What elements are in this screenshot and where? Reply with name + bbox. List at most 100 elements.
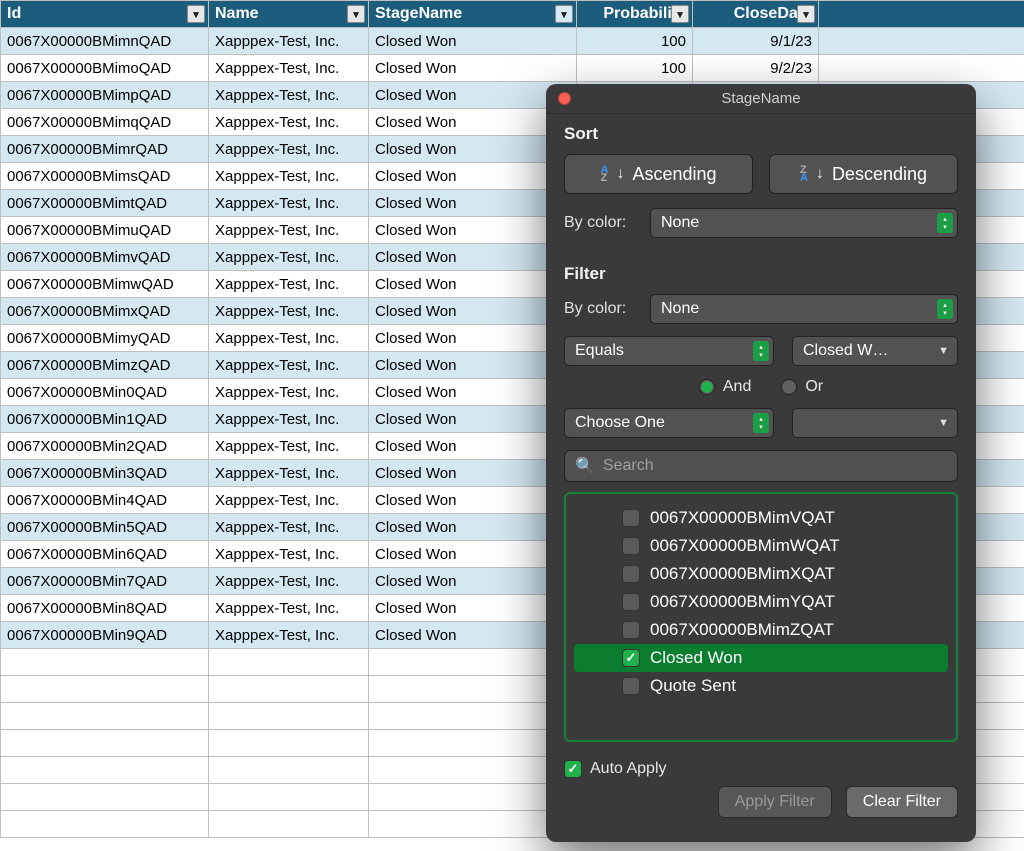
checkbox-icon[interactable] — [622, 621, 640, 639]
by-color-label: By color: — [564, 214, 636, 232]
cell-id[interactable]: 0067X00000BMin9QAD — [1, 622, 209, 649]
cell-name[interactable]: Xapppex-Test, Inc. — [209, 190, 369, 217]
cell-id[interactable]: 0067X00000BMimuQAD — [1, 217, 209, 244]
cell-name[interactable]: Xapppex-Test, Inc. — [209, 541, 369, 568]
checkbox-icon[interactable] — [622, 565, 640, 583]
filter-dropdown-icon[interactable]: ▾ — [187, 5, 205, 23]
filter-value-item[interactable]: 0067X00000BMimVQAT — [574, 504, 948, 532]
filter-value-item[interactable]: 0067X00000BMimWQAT — [574, 532, 948, 560]
column-header-probability[interactable]: Probability▾ — [577, 1, 693, 28]
filter-value-item[interactable]: Closed Won — [574, 644, 948, 672]
cell-id[interactable]: 0067X00000BMimoQAD — [1, 55, 209, 82]
cell-id[interactable]: 0067X00000BMimxQAD — [1, 298, 209, 325]
select-value: Choose One — [575, 414, 665, 432]
filter-value2-dropdown[interactable]: ▼ — [792, 408, 958, 438]
filter-dropdown-icon[interactable]: ▾ — [797, 5, 815, 23]
cell-name[interactable]: Xapppex-Test, Inc. — [209, 379, 369, 406]
column-header-name[interactable]: Name▾ — [209, 1, 369, 28]
cell-id[interactable]: 0067X00000BMimwQAD — [1, 271, 209, 298]
cell-id[interactable]: 0067X00000BMin7QAD — [1, 568, 209, 595]
column-header-id[interactable]: Id▾ — [1, 1, 209, 28]
cell-name[interactable]: Xapppex-Test, Inc. — [209, 217, 369, 244]
cell-blank[interactable] — [819, 28, 1024, 55]
cell-name[interactable]: Xapppex-Test, Inc. — [209, 136, 369, 163]
filter-by-color-select[interactable]: None ▴▾ — [650, 294, 958, 324]
sort-by-color-select[interactable]: None ▴▾ — [650, 208, 958, 238]
checkbox-icon[interactable] — [622, 677, 640, 695]
cell-name[interactable]: Xapppex-Test, Inc. — [209, 622, 369, 649]
cell-name[interactable]: Xapppex-Test, Inc. — [209, 514, 369, 541]
cell-name[interactable]: Xapppex-Test, Inc. — [209, 109, 369, 136]
cell-closedate[interactable]: 9/1/23 — [693, 28, 819, 55]
cell-id[interactable]: 0067X00000BMin2QAD — [1, 433, 209, 460]
filter-value-item[interactable]: 0067X00000BMimZQAT — [574, 616, 948, 644]
and-radio[interactable]: And — [699, 378, 751, 396]
filter-dropdown-icon[interactable]: ▾ — [347, 5, 365, 23]
sort-descending-button[interactable]: ZA ↓ Descending — [769, 154, 958, 194]
cell-name[interactable]: Xapppex-Test, Inc. — [209, 568, 369, 595]
cell-name[interactable]: Xapppex-Test, Inc. — [209, 325, 369, 352]
cell-id[interactable]: 0067X00000BMin8QAD — [1, 595, 209, 622]
radio-icon — [699, 379, 715, 395]
column-header-closedate[interactable]: CloseDate▾ — [693, 1, 819, 28]
apply-filter-button[interactable]: Apply Filter — [718, 786, 832, 818]
cell-id[interactable]: 0067X00000BMin0QAD — [1, 379, 209, 406]
checkbox-icon[interactable] — [622, 509, 640, 527]
cell-name[interactable]: Xapppex-Test, Inc. — [209, 244, 369, 271]
cell-name[interactable]: Xapppex-Test, Inc. — [209, 433, 369, 460]
filter-value-item[interactable]: 0067X00000BMimYQAT — [574, 588, 948, 616]
cell-stage[interactable]: Closed Won — [369, 28, 577, 55]
checkbox-icon[interactable] — [622, 593, 640, 611]
cell-stage[interactable]: Closed Won — [369, 55, 577, 82]
cell-id[interactable]: 0067X00000BMin3QAD — [1, 460, 209, 487]
cell-id[interactable]: 0067X00000BMimvQAD — [1, 244, 209, 271]
filter-dropdown-icon[interactable]: ▾ — [555, 5, 573, 23]
cell-name[interactable]: Xapppex-Test, Inc. — [209, 460, 369, 487]
table-row[interactable]: 0067X00000BMimoQADXapppex-Test, Inc.Clos… — [1, 55, 1024, 82]
auto-apply-checkbox[interactable] — [564, 760, 582, 778]
cell-name[interactable]: Xapppex-Test, Inc. — [209, 595, 369, 622]
cell-id[interactable]: 0067X00000BMimpQAD — [1, 82, 209, 109]
cell-name[interactable]: Xapppex-Test, Inc. — [209, 28, 369, 55]
cell-id[interactable]: 0067X00000BMin6QAD — [1, 541, 209, 568]
cell-id[interactable]: 0067X00000BMimsQAD — [1, 163, 209, 190]
filter-operator-select[interactable]: Equals ▴▾ — [564, 336, 774, 366]
filter-value-item[interactable]: 0067X00000BMimXQAT — [574, 560, 948, 588]
column-header-stage[interactable]: StageName▾ — [369, 1, 577, 28]
filter-dropdown-icon[interactable]: ▾ — [671, 5, 689, 23]
filter-value-item[interactable]: Quote Sent — [574, 672, 948, 700]
cell-name[interactable]: Xapppex-Test, Inc. — [209, 271, 369, 298]
cell-closedate[interactable]: 9/2/23 — [693, 55, 819, 82]
chevron-down-icon: ▼ — [938, 345, 949, 357]
cell-name[interactable]: Xapppex-Test, Inc. — [209, 487, 369, 514]
sort-ascending-button[interactable]: AZ ↓ Ascending — [564, 154, 753, 194]
cell-name[interactable]: Xapppex-Test, Inc. — [209, 163, 369, 190]
cell-probability[interactable]: 100 — [577, 28, 693, 55]
cell-id[interactable]: 0067X00000BMin1QAD — [1, 406, 209, 433]
checkbox-icon[interactable] — [622, 537, 640, 555]
item-label: Closed Won — [650, 648, 742, 668]
cell-id[interactable]: 0067X00000BMimzQAD — [1, 352, 209, 379]
checkbox-icon[interactable] — [622, 649, 640, 667]
cell-blank[interactable] — [819, 55, 1024, 82]
cell-id[interactable]: 0067X00000BMimyQAD — [1, 325, 209, 352]
cell-name[interactable]: Xapppex-Test, Inc. — [209, 352, 369, 379]
cell-id[interactable]: 0067X00000BMimtQAD — [1, 190, 209, 217]
cell-id[interactable]: 0067X00000BMimnQAD — [1, 28, 209, 55]
cell-id[interactable]: 0067X00000BMin4QAD — [1, 487, 209, 514]
filter-operator2-select[interactable]: Choose One ▴▾ — [564, 408, 774, 438]
cell-id[interactable]: 0067X00000BMimqQAD — [1, 109, 209, 136]
cell-name[interactable]: Xapppex-Test, Inc. — [209, 82, 369, 109]
filter-value-dropdown[interactable]: Closed W… ▼ — [792, 336, 958, 366]
cell-id[interactable]: 0067X00000BMin5QAD — [1, 514, 209, 541]
cell-probability[interactable]: 100 — [577, 55, 693, 82]
arrow-down-icon: ↓ — [816, 165, 824, 183]
cell-name[interactable]: Xapppex-Test, Inc. — [209, 406, 369, 433]
cell-name[interactable]: Xapppex-Test, Inc. — [209, 55, 369, 82]
filter-search-input[interactable]: 🔍 Search — [564, 450, 958, 482]
table-row[interactable]: 0067X00000BMimnQADXapppex-Test, Inc.Clos… — [1, 28, 1024, 55]
or-radio[interactable]: Or — [781, 378, 823, 396]
clear-filter-button[interactable]: Clear Filter — [846, 786, 958, 818]
cell-name[interactable]: Xapppex-Test, Inc. — [209, 298, 369, 325]
cell-id[interactable]: 0067X00000BMimrQAD — [1, 136, 209, 163]
